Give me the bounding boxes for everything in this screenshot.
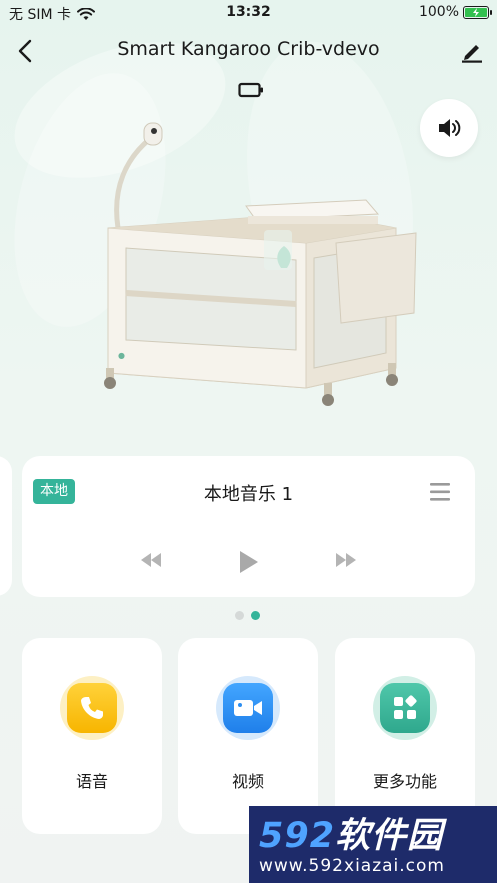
video-call-card[interactable]: 视频 bbox=[178, 638, 318, 834]
volume-button[interactable] bbox=[420, 99, 478, 157]
battery-percent: 100% bbox=[418, 4, 459, 20]
page-dot-1[interactable] bbox=[235, 611, 244, 620]
voice-call-card[interactable]: 语音 bbox=[22, 638, 162, 834]
battery-group: 100% bbox=[418, 4, 492, 20]
more-features-label: 更多功能 bbox=[372, 772, 437, 791]
next-track-icon[interactable] bbox=[334, 551, 358, 569]
video-icon-halo bbox=[216, 676, 280, 740]
voice-call-label: 语音 bbox=[75, 772, 108, 791]
page-title: Smart Kangaroo Crib-vdevo bbox=[117, 38, 380, 60]
play-icon[interactable] bbox=[236, 549, 260, 575]
carousel-pagination bbox=[235, 611, 260, 620]
previous-track-icon[interactable] bbox=[139, 551, 163, 569]
svg-text:●: ● bbox=[118, 351, 125, 360]
video-camera-icon bbox=[223, 683, 273, 733]
playlist-icon[interactable] bbox=[429, 480, 451, 504]
previous-card-edge[interactable] bbox=[0, 456, 12, 596]
track-title: 本地音乐 1 bbox=[203, 484, 294, 505]
video-call-label: 视频 bbox=[231, 772, 264, 791]
page-dot-2[interactable] bbox=[251, 611, 260, 620]
battery-icon bbox=[463, 5, 492, 19]
watermark-text: 软件园 bbox=[335, 816, 444, 856]
device-battery-icon bbox=[238, 82, 263, 98]
more-features-card[interactable]: 更多功能 bbox=[335, 638, 475, 834]
speaker-icon bbox=[439, 119, 461, 137]
watermark-brand: 592软件园 bbox=[259, 816, 487, 856]
status-bar: 无 SIM 卡 13:32 100% bbox=[0, 0, 497, 26]
local-music-card: 本地 本地音乐 1 bbox=[22, 456, 475, 597]
watermark-url: www.592xiazai.com bbox=[259, 856, 445, 876]
voice-icon-halo bbox=[60, 676, 124, 740]
edit-icon[interactable] bbox=[459, 38, 485, 64]
watermark-number: 592 bbox=[259, 816, 336, 856]
crib-product-image: ● bbox=[104, 122, 417, 406]
site-watermark: 592软件园 www.592xiazai.com bbox=[249, 806, 497, 883]
phone-icon bbox=[67, 683, 117, 733]
grid-more-icon bbox=[380, 683, 430, 733]
more-icon-halo bbox=[373, 676, 437, 740]
